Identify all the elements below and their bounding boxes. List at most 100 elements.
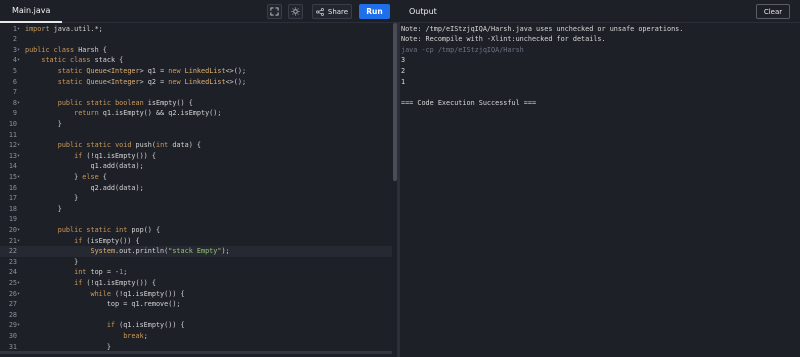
code-line[interactable]: 12 ▾ public static void push(int data) { <box>0 140 392 151</box>
code-text: break; <box>123 331 148 340</box>
line-number: 10 <box>8 119 17 128</box>
line-number: 31 <box>8 342 17 351</box>
code-line[interactable]: 20 ▾ public static int pop() { <box>0 225 392 236</box>
code-line[interactable]: 26 ▾ while (!q1.isEmpty()) { <box>0 289 392 300</box>
clear-button[interactable]: Clear <box>756 4 790 19</box>
output-title: Output <box>409 7 437 16</box>
fold-chevron-icon[interactable]: ▾ <box>17 172 22 183</box>
fold-chevron-icon[interactable]: ▾ <box>17 225 22 236</box>
line-number: 11 <box>8 130 17 139</box>
fold-chevron-icon[interactable]: ▾ <box>17 45 22 56</box>
tab-label: Main.java <box>12 6 51 15</box>
code-line[interactable]: 17 } <box>0 193 392 204</box>
output-line: Note: Recompile with -Xlint:unchecked fo… <box>401 35 606 44</box>
code-line[interactable]: 2 <box>0 34 392 45</box>
line-number: 26 <box>8 289 17 298</box>
code-text: static class stack { <box>41 56 124 65</box>
share-label: Share <box>327 7 349 16</box>
line-number: 23 <box>8 257 17 266</box>
line-number: 28 <box>8 310 17 319</box>
code-line[interactable]: 21 ▾ if (isEmpty()) { <box>0 236 392 247</box>
clear-label: Clear <box>763 7 783 16</box>
code-line[interactable]: 5 static Queue<Integer> q1 = new LinkedL… <box>0 66 392 77</box>
fold-chevron-icon[interactable]: ▾ <box>17 98 22 109</box>
code-line[interactable]: 14 q1.add(data); <box>0 161 392 172</box>
code-text: top = q1.remove(); <box>25 300 181 309</box>
line-number: 14 <box>8 162 17 171</box>
code-line[interactable]: 23 } <box>0 257 392 268</box>
tab-main-java[interactable]: Main.java <box>0 0 63 23</box>
expand-icon <box>270 7 279 16</box>
output-line: java -cp /tmp/eIStzjqIQA/Harsh <box>401 45 524 54</box>
code-line[interactable]: 13 ▾ if (!q1.isEmpty()) { <box>0 151 392 162</box>
run-label: Run <box>366 7 383 16</box>
code-line[interactable]: 11 <box>0 130 392 141</box>
code-text: public class Harsh { <box>25 45 107 54</box>
line-number: 25 <box>8 278 17 287</box>
code-line[interactable]: 22 System.out.println("stack Empty"); <box>0 246 392 257</box>
code-text: return q1.isEmpty() && q2.isEmpty(); <box>74 109 222 118</box>
fold-chevron-icon[interactable]: ▾ <box>17 236 22 247</box>
output-line: 3 <box>401 56 406 65</box>
code-text: } <box>25 204 62 213</box>
code-line[interactable]: 25 ▾ if (!q1.isEmpty()) { <box>0 278 392 289</box>
code-line[interactable]: 1 ▾ import java.util.*; <box>0 24 392 35</box>
line-number: 17 <box>8 194 17 203</box>
code-line[interactable]: 10 } <box>0 119 392 130</box>
fold-chevron-icon[interactable]: ▾ <box>17 24 22 35</box>
code-line[interactable]: 8 ▾ public static boolean isEmpty() { <box>0 98 392 109</box>
code-line[interactable]: 9 return q1.isEmpty() && q2.isEmpty(); <box>0 108 392 119</box>
code-text: } <box>25 194 79 203</box>
line-number: 22 <box>8 247 17 256</box>
output-line: 1 <box>401 77 406 86</box>
fold-chevron-icon[interactable]: ▾ <box>17 55 22 66</box>
code-line[interactable]: 6 static Queue<Integer> q2 = new LinkedL… <box>0 77 392 88</box>
code-text: if (!q1.isEmpty()) { <box>74 278 156 287</box>
code-text: q2.add(data); <box>25 183 144 192</box>
code-line[interactable]: 4 ▾ static class stack { <box>0 55 392 66</box>
line-number: 6 <box>12 77 17 86</box>
code-line[interactable]: 24 int top = -1; <box>0 267 392 278</box>
run-button[interactable]: Run <box>359 4 390 19</box>
line-number: 13 <box>8 151 17 160</box>
code-line[interactable]: 29 ▾ if (q1.isEmpty()) { <box>0 320 392 331</box>
code-editor[interactable]: 1 ▾ import java.util.*; 2 3 ▾ public class Har… <box>0 23 397 357</box>
code-line[interactable]: 27 top = q1.remove(); <box>0 299 392 310</box>
output-panel: Note: /tmp/eIStzjqIQA/Harsh.java uses un… <box>400 23 800 357</box>
line-number: 27 <box>8 300 17 309</box>
code-line[interactable]: 15 ▾ } else { <box>0 172 392 183</box>
code-line[interactable]: 3 ▾ public class Harsh { <box>0 45 392 56</box>
code-text: } <box>25 257 79 266</box>
fold-chevron-icon[interactable]: ▾ <box>17 320 22 331</box>
code-text: public static boolean isEmpty() { <box>57 98 193 107</box>
code-text: q1.add(data); <box>25 162 144 171</box>
line-number: 8 <box>12 98 17 107</box>
fold-chevron-icon[interactable]: ▾ <box>17 140 22 151</box>
theme-toggle-button[interactable] <box>288 4 303 19</box>
fold-chevron-icon[interactable]: ▾ <box>17 289 22 300</box>
line-number: 18 <box>8 204 17 213</box>
share-button[interactable]: Share <box>312 4 352 19</box>
line-number: 12 <box>8 141 17 150</box>
line-number: 20 <box>8 225 17 234</box>
code-line[interactable]: 16 q2.add(data); <box>0 183 392 194</box>
output-line: 2 <box>401 66 406 75</box>
code-text: } <box>25 342 111 351</box>
fold-chevron-icon[interactable]: ▾ <box>17 278 22 289</box>
code-line[interactable]: 19 <box>0 214 392 225</box>
code-line[interactable]: 18 } <box>0 204 392 215</box>
line-number: 15 <box>8 172 17 181</box>
top-bar: Main.java Share Run Output Clear <box>0 0 800 23</box>
code-line[interactable]: 7 <box>0 87 392 98</box>
code-text: if (!q1.isEmpty()) { <box>74 151 156 160</box>
code-line[interactable]: 28 <box>0 310 392 321</box>
line-number: 2 <box>12 35 17 44</box>
line-number: 29 <box>8 321 17 330</box>
share-icon <box>316 7 324 16</box>
line-number: 16 <box>8 183 17 192</box>
fold-chevron-icon[interactable]: ▾ <box>17 151 22 162</box>
code-text: } else { <box>25 172 107 181</box>
code-line[interactable]: 30 break; <box>0 331 392 342</box>
code-line[interactable]: 31 } <box>0 342 392 353</box>
fullscreen-button[interactable] <box>267 4 282 19</box>
